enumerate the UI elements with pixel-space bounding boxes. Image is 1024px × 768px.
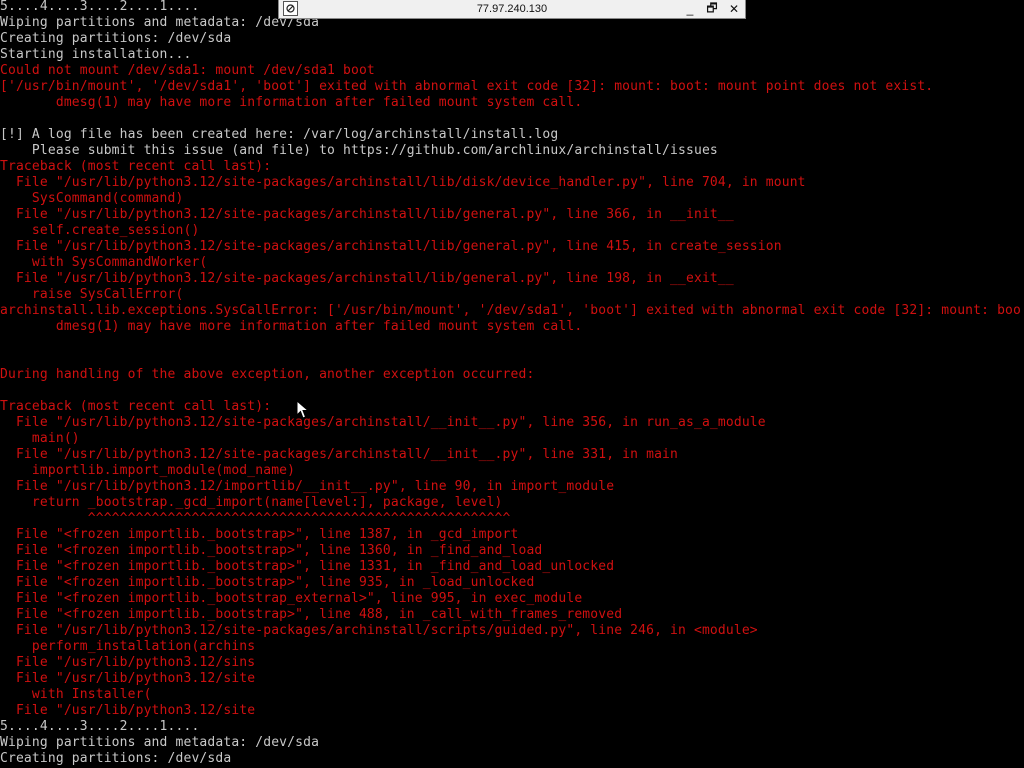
console-line: Please submit this issue (and file) to h… <box>0 143 718 158</box>
console-line: dmesg(1) may have more information after… <box>0 319 583 334</box>
console-line: File "/usr/lib/python3.12/site-packages/… <box>0 271 734 286</box>
console-line: Could not mount /dev/sda1: mount /dev/sd… <box>0 63 375 78</box>
console-line: File "<frozen importlib._bootstrap>", li… <box>0 607 623 622</box>
console-line: SysCommand(command) <box>0 191 184 206</box>
terminal-output[interactable]: 5....4....3....2....1.... Wiping partitio… <box>0 0 1024 768</box>
console-line: raise SysCallError( <box>0 287 184 302</box>
remote-host-address: 77.97.240.130 <box>476 3 548 15</box>
minimize-button[interactable]: _ <box>681 0 699 18</box>
console-line: perform_installation(archins <box>0 639 256 654</box>
console-line: File "/usr/lib/python3.12/site-packages/… <box>0 175 806 190</box>
console-line: During handling of the above exception, … <box>0 367 535 382</box>
console-line: File "<frozen importlib._bootstrap>", li… <box>0 543 543 558</box>
console-line: dmesg(1) may have more information after… <box>0 95 583 110</box>
console-line: File "/usr/lib/python3.12/site-packages/… <box>0 207 734 222</box>
console-line: Traceback (most recent call last): <box>0 159 272 174</box>
console-line: File "<frozen importlib._bootstrap>", li… <box>0 527 519 542</box>
console-line: ^^^^^^^^^^^^^^^^^^^^^^^^^^^^^^^^^^^^^^^^… <box>0 511 511 526</box>
console-line: with Installer( <box>0 687 152 702</box>
console-line: Starting installation... <box>0 47 192 62</box>
console-line: File "/usr/lib/python3.12/site-packages/… <box>0 447 679 462</box>
console-line: 5....4....3....2....1.... <box>0 719 200 734</box>
console-line: File "<frozen importlib._bootstrap>", li… <box>0 575 535 590</box>
console-line: Traceback (most recent call last): <box>0 399 272 414</box>
console-line: Creating partitions: /dev/sda <box>0 31 232 46</box>
console-line: ['/usr/bin/mount', '/dev/sda1', 'boot'] … <box>0 79 934 94</box>
console-line: return _bootstrap._gcd_import(name[level… <box>0 495 503 510</box>
console-line: self.create_session() <box>0 223 200 238</box>
console-line: Creating partitions: /dev/sda <box>0 751 232 766</box>
console-line: with SysCommandWorker( <box>0 255 208 270</box>
console-line: archinstall.lib.exceptions.SysCallError:… <box>0 303 1022 318</box>
restore-button[interactable]: 🗗 <box>703 0 721 18</box>
remote-console-screen[interactable]: 5....4....3....2....1.... Wiping partitio… <box>0 0 1024 768</box>
remote-connection-bar[interactable]: 77.97.240.130 _ 🗗 ✕ <box>278 0 746 19</box>
console-line: File "<frozen importlib._bootstrap>", li… <box>0 559 615 574</box>
console-line: main() <box>0 431 80 446</box>
console-line: [!] A log file has been created here: /v… <box>0 127 559 142</box>
console-line: File "/usr/lib/python3.12/sins <box>0 655 256 670</box>
console-line: File "/usr/lib/python3.12/site-packages/… <box>0 623 758 638</box>
console-line: Wiping partitions and metadata: /dev/sda <box>0 735 320 750</box>
mouse-pointer-icon <box>296 400 310 419</box>
console-line: File "/usr/lib/python3.12/site <box>0 703 256 718</box>
console-line: File "/usr/lib/python3.12/site <box>0 671 256 686</box>
console-line: File "/usr/lib/python3.12/site-packages/… <box>0 415 766 430</box>
console-line: File "<frozen importlib._bootstrap_exter… <box>0 591 583 606</box>
console-line: File "/usr/lib/python3.12/site-packages/… <box>0 239 782 254</box>
console-line: importlib.import_module(mod_name) <box>0 463 296 478</box>
console-line: File "/usr/lib/python3.12/importlib/__in… <box>0 479 615 494</box>
close-button[interactable]: ✕ <box>725 0 743 18</box>
